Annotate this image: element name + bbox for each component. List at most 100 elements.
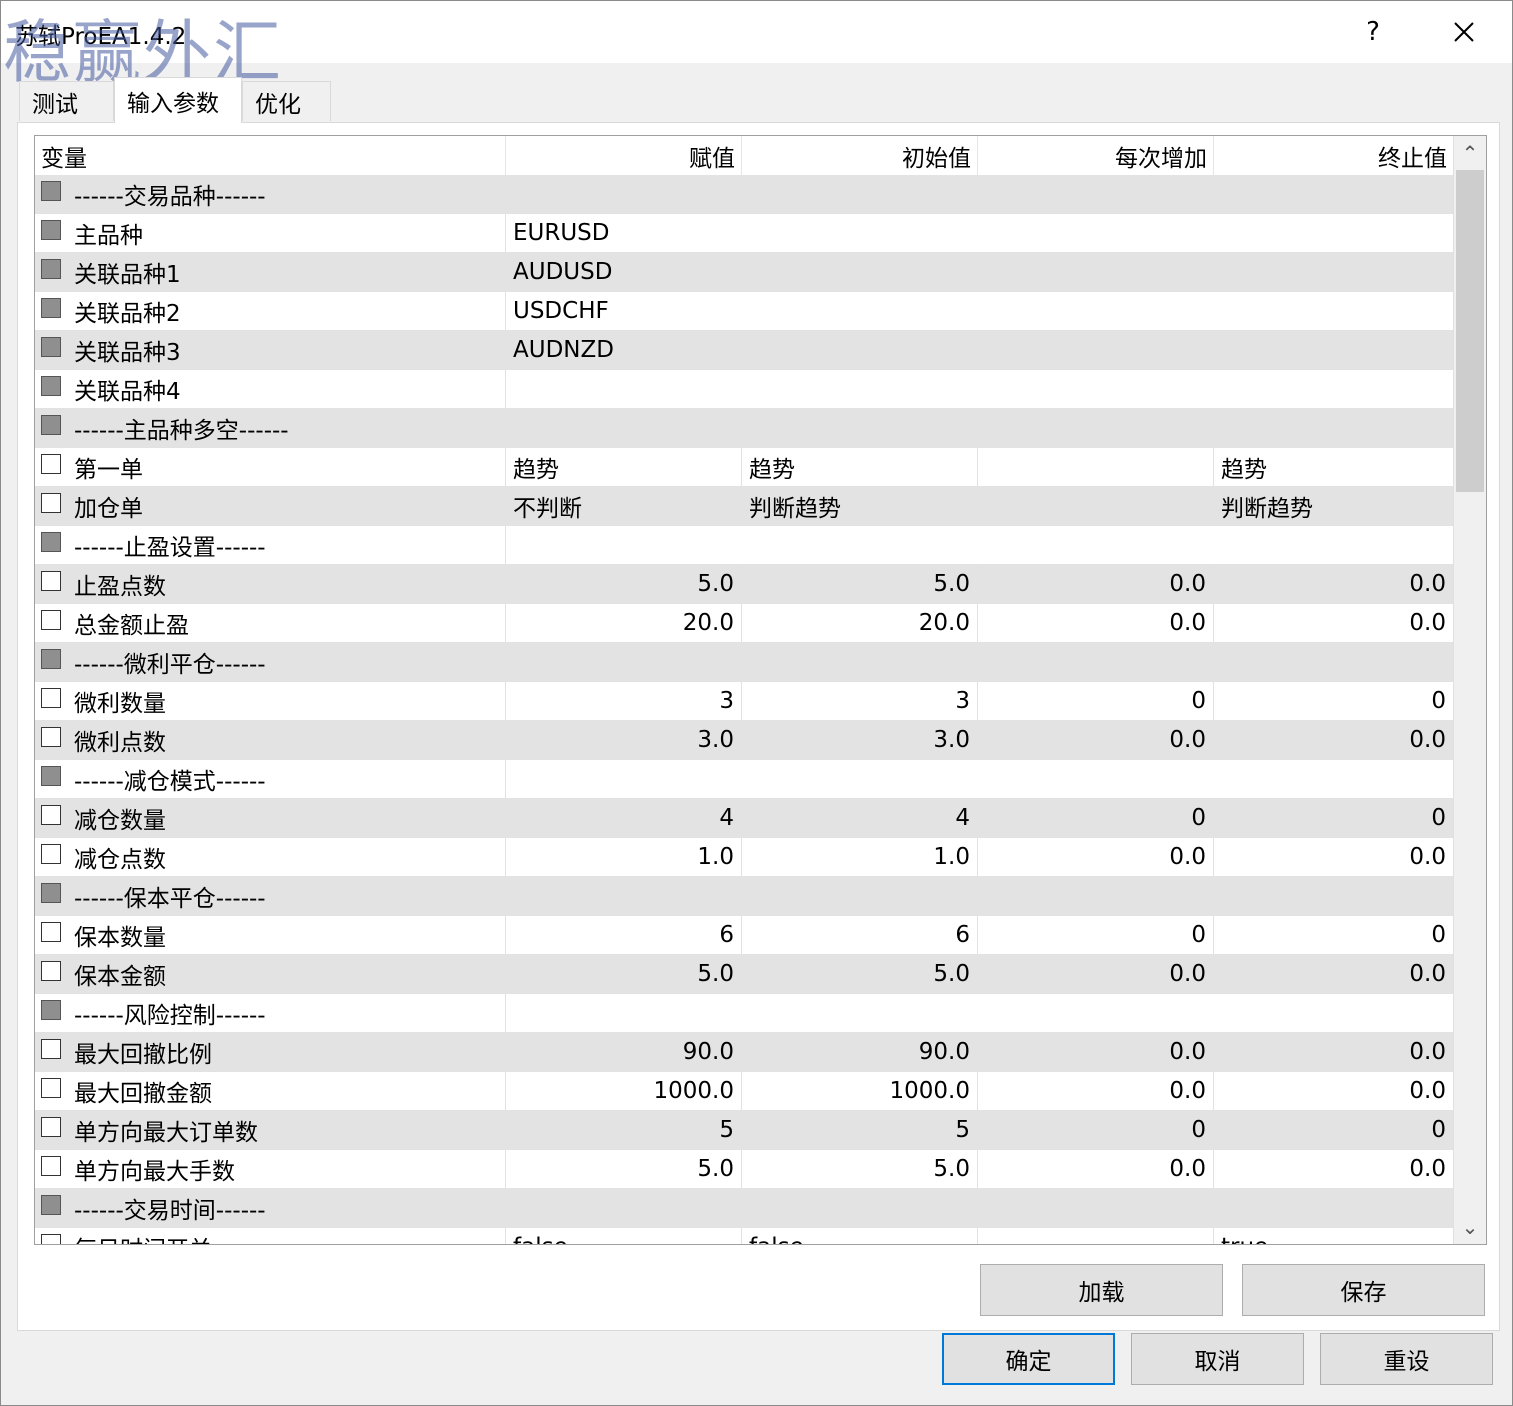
parameter-row[interactable]: 关联品种1 AUDUSD	[35, 253, 1453, 292]
parameter-row[interactable]: 减仓点数 1.0 1.0 0.0 0.0	[35, 838, 1453, 877]
optimize-checkbox[interactable]	[41, 688, 61, 708]
value-cell[interactable]: USDCHF	[506, 292, 616, 330]
value-cell[interactable]: 5.0	[506, 1150, 742, 1188]
section-row[interactable]: ------交易品种------	[35, 175, 1453, 214]
start-cell[interactable]: 5.0	[742, 565, 978, 603]
parameter-row[interactable]: 关联品种3 AUDNZD	[35, 331, 1453, 370]
value-cell[interactable]: 6	[506, 916, 742, 954]
parameter-row[interactable]: 加仓单 不判断 判断趋势 判断趋势	[35, 487, 1453, 526]
value-cell[interactable]: 1.0	[506, 838, 742, 876]
start-cell[interactable]: 90.0	[742, 1033, 978, 1071]
value-cell[interactable]: AUDUSD	[506, 253, 619, 291]
value-cell[interactable]: 3.0	[506, 721, 742, 759]
optimize-checkbox[interactable]	[41, 1039, 61, 1059]
value-cell[interactable]: false	[506, 1228, 742, 1244]
vertical-scrollbar[interactable]: ⌃ ⌄	[1453, 136, 1486, 1244]
section-row[interactable]: ------微利平仓------	[35, 643, 1453, 682]
optimize-checkbox[interactable]	[41, 805, 61, 825]
stop-cell[interactable]: 0	[1214, 682, 1453, 720]
step-cell[interactable]	[978, 1228, 1214, 1244]
optimize-checkbox[interactable]	[41, 454, 61, 474]
cancel-button[interactable]: 取消	[1131, 1333, 1304, 1385]
step-cell[interactable]: 0.0	[978, 1033, 1214, 1071]
start-cell[interactable]: 6	[742, 916, 978, 954]
start-cell[interactable]: 5	[742, 1111, 978, 1149]
value-cell[interactable]: 3	[506, 682, 742, 720]
optimize-checkbox[interactable]	[41, 493, 61, 513]
tab-testing[interactable]: 测试	[19, 81, 114, 121]
start-cell[interactable]: 3	[742, 682, 978, 720]
step-cell[interactable]: 0.0	[978, 1072, 1214, 1110]
optimize-checkbox[interactable]	[41, 922, 61, 942]
stop-cell[interactable]: 0.0	[1214, 721, 1453, 759]
start-cell[interactable]: 20.0	[742, 604, 978, 642]
parameter-row[interactable]: 每日时间开关 falsefalse true	[35, 1228, 1453, 1244]
parameter-row[interactable]: 最大回撤比例 90.0 90.0 0.0 0.0	[35, 1033, 1453, 1072]
start-cell[interactable]: 5.0	[742, 955, 978, 993]
ok-button[interactable]: 确定	[942, 1333, 1115, 1385]
column-header-variable[interactable]: 变量	[35, 136, 506, 175]
parameter-row[interactable]: 关联品种2 USDCHF	[35, 292, 1453, 331]
value-cell[interactable]: 20.0	[506, 604, 742, 642]
value-cell[interactable]: EURUSD	[506, 214, 617, 252]
start-cell[interactable]: 判断趋势	[742, 487, 978, 525]
start-cell[interactable]: false	[742, 1228, 978, 1244]
value-cell[interactable]: 90.0	[506, 1033, 742, 1071]
stop-cell[interactable]: 判断趋势	[1214, 487, 1453, 525]
step-cell[interactable]	[978, 487, 1214, 525]
step-cell[interactable]: 0.0	[978, 838, 1214, 876]
step-cell[interactable]: 0.0	[978, 721, 1214, 759]
stop-cell[interactable]: 0.0	[1214, 1150, 1453, 1188]
save-button[interactable]: 保存	[1242, 1264, 1485, 1316]
section-row[interactable]: ------交易时间------	[35, 1189, 1453, 1228]
optimize-checkbox[interactable]	[41, 961, 61, 981]
step-cell[interactable]: 0	[978, 682, 1214, 720]
step-cell[interactable]: 0	[978, 1111, 1214, 1149]
section-row[interactable]: ------保本平仓------	[35, 877, 1453, 916]
optimize-checkbox[interactable]	[41, 1117, 61, 1137]
optimize-checkbox[interactable]	[41, 1078, 61, 1098]
start-cell[interactable]: 4	[742, 799, 978, 837]
step-cell[interactable]: 0.0	[978, 565, 1214, 603]
section-row[interactable]: ------主品种多空------	[35, 409, 1453, 448]
optimize-checkbox[interactable]	[41, 1234, 61, 1244]
value-cell[interactable]: 4	[506, 799, 742, 837]
step-cell[interactable]: 0	[978, 799, 1214, 837]
parameter-row[interactable]: 减仓数量 4 4 0 0	[35, 799, 1453, 838]
optimize-checkbox[interactable]	[41, 844, 61, 864]
stop-cell[interactable]: true	[1214, 1228, 1453, 1244]
stop-cell[interactable]: 趋势	[1214, 448, 1453, 486]
reset-button[interactable]: 重设	[1320, 1333, 1493, 1385]
optimize-checkbox[interactable]	[41, 571, 61, 591]
column-header-start[interactable]: 初始值	[742, 136, 978, 175]
value-cell[interactable]: 5.0	[506, 955, 742, 993]
stop-cell[interactable]: 0	[1214, 1111, 1453, 1149]
help-button[interactable]: ?	[1328, 1, 1418, 63]
optimize-checkbox[interactable]	[41, 727, 61, 747]
tab-inputs[interactable]: 输入参数	[114, 77, 242, 123]
step-cell[interactable]: 0	[978, 916, 1214, 954]
parameter-row[interactable]: 保本金额 5.0 5.0 0.0 0.0	[35, 955, 1453, 994]
stop-cell[interactable]: 0.0	[1214, 565, 1453, 603]
parameter-row[interactable]: 第一单 趋势 趋势 趋势	[35, 448, 1453, 487]
section-row[interactable]: ------风险控制------	[35, 994, 1453, 1033]
optimize-checkbox[interactable]	[41, 1156, 61, 1176]
column-header-stop[interactable]: 终止值	[1214, 136, 1453, 175]
optimize-checkbox[interactable]	[41, 610, 61, 630]
start-cell[interactable]: 1.0	[742, 838, 978, 876]
parameter-row[interactable]: 主品种 EURUSD	[35, 214, 1453, 253]
tab-optimization[interactable]: 优化	[242, 81, 331, 121]
section-row[interactable]: ------减仓模式------	[35, 760, 1453, 799]
value-cell[interactable]: 5	[506, 1111, 742, 1149]
parameter-row[interactable]: 单方向最大订单数 5 5 0 0	[35, 1111, 1453, 1150]
parameter-row[interactable]: 保本数量 6 6 0 0	[35, 916, 1453, 955]
section-row[interactable]: ------止盈设置------	[35, 526, 1453, 565]
stop-cell[interactable]: 0.0	[1214, 1072, 1453, 1110]
stop-cell[interactable]: 0.0	[1214, 604, 1453, 642]
parameter-row[interactable]: 总金额止盈 20.0 20.0 0.0 0.0	[35, 604, 1453, 643]
parameter-row[interactable]: 止盈点数 5.0 5.0 0.0 0.0	[35, 565, 1453, 604]
start-cell[interactable]: 趋势	[742, 448, 978, 486]
parameter-row[interactable]: 关联品种4	[35, 370, 1453, 409]
step-cell[interactable]: 0.0	[978, 1150, 1214, 1188]
column-header-value[interactable]: 赋值	[506, 136, 742, 175]
